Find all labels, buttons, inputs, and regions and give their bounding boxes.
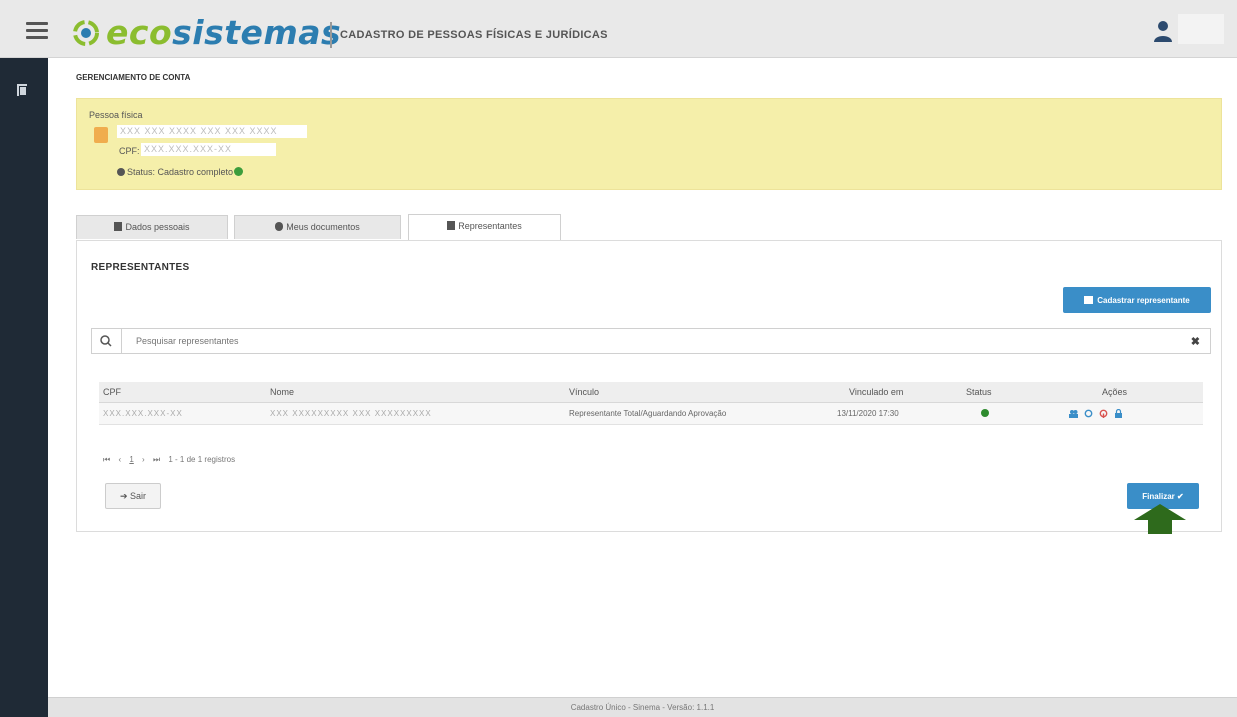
book-icon[interactable] [14,82,32,98]
tab-meus-documentos[interactable]: Meus documentos [234,215,401,239]
next-page-button[interactable]: › [142,455,145,464]
top-bar: ecosistemas CADASTRO DE PESSOAS FÍSICAS … [0,0,1237,58]
column-header-nome: Nome [270,387,295,397]
close-icon[interactable]: ✖ [1191,335,1200,348]
search-icon-box [92,329,122,353]
lock-icon[interactable] [1114,409,1123,418]
page-heading: GERENCIAMENTO DE CONTA [76,73,191,82]
app-title: CADASTRO DE PESSOAS FÍSICAS E JURÍDICAS [340,29,608,41]
pagination: ⏮ ‹ 1 › ⏭ 1 - 1 de 1 registros [103,455,241,465]
add-representative-label: Cadastrar representante [1097,295,1190,305]
title-divider [330,22,332,48]
table-header: CPF Nome Vínculo Vinculado em Status Açõ… [99,382,1203,403]
tab-label: Meus documentos [286,222,360,232]
first-page-button[interactable]: ⏮ [103,455,110,464]
table-row: XXX.XXX.XXX-XX XXX XXXXXXXXX XXX XXXXXXX… [99,403,1203,425]
search-input[interactable] [136,333,1156,349]
users-icon[interactable] [1069,409,1078,418]
brand-sistemas: sistemas [172,13,342,52]
users-icon [1084,295,1094,304]
main-content: GERENCIAMENTO DE CONTA Pessoa física XXX… [48,58,1237,696]
person-summary-panel: Pessoa física XXX XXX XXXX XXX XXX XXXX … [76,98,1222,190]
representatives-table: CPF Nome Vínculo Vinculado em Status Açõ… [99,382,1203,425]
representantes-card: REPRESENTANTES Cadastrar representante ✖… [76,240,1222,532]
cpf-value-masked: XXX.XXX.XXX-XX [141,143,276,156]
refresh-icon[interactable] [1084,409,1093,418]
column-header-vinculado-em: Vinculado em [849,387,904,397]
person-status-text: Status: Cadastro completo [127,167,234,177]
tab-label: Dados pessoais [125,222,190,232]
column-header-status: Status [966,387,992,397]
person-avatar-icon [94,127,108,143]
column-header-acoes: Ações [1102,387,1128,397]
status-badge [981,409,989,419]
cell-vinculado-em: 13/11/2020 17:30 [837,409,899,418]
cell-cpf: XXX.XXX.XXX-XX [103,409,183,418]
pagination-summary: 1 - 1 de 1 registros [168,455,236,464]
info-icon [117,168,125,176]
unlink-icon[interactable] [1099,409,1108,418]
cell-vinculo: Representante Total/Aguardando Aprovação [569,409,727,418]
add-representative-button[interactable]: Cadastrar representante [1063,287,1211,313]
file-icon [114,222,123,231]
footer: Cadastro Único - Sinema - Versão: 1.1.1 [48,697,1237,717]
check-circle-icon [234,167,244,176]
status-active-icon [981,409,989,417]
current-page[interactable]: 1 [129,455,133,464]
cpf-label: CPF: [119,146,140,156]
tab-representantes[interactable]: Representantes [408,214,561,240]
search-icon[interactable] [92,329,122,353]
person-name-masked: XXX XXX XXXX XXX XXX XXXX [117,125,307,138]
tab-label: Representantes [458,221,522,231]
exit-button[interactable]: ➔ Sair [105,483,161,509]
section-title: REPRESENTANTES [91,262,190,273]
last-page-button[interactable]: ⏭ [153,455,160,464]
hamburger-icon[interactable] [26,22,48,40]
user-icon[interactable] [1153,20,1173,42]
brand-logo: ecosistemas [106,14,341,52]
users-icon [447,221,456,230]
user-menu-area[interactable] [1178,14,1224,44]
ecosistemas-logo-icon [73,20,99,46]
column-header-cpf: CPF [103,387,121,397]
column-header-vinculo: Vínculo [569,387,600,397]
arrow-up-annotation-icon [1134,504,1186,534]
tab-dados-pessoais[interactable]: Dados pessoais [76,215,228,239]
search-bar: ✖ [91,328,1211,354]
brand-eco: eco [106,13,173,52]
sign-out-icon: ➔ [119,491,128,501]
person-status: Status: Cadastro completo [117,167,244,177]
row-actions [1069,409,1123,420]
cell-nome: XXX XXXXXXXXX XXX XXXXXXXXX [270,409,432,418]
person-type-label: Pessoa física [89,110,143,120]
cloud-icon [275,222,284,231]
sidebar [0,58,48,717]
prev-page-button[interactable]: ‹ [118,455,121,464]
exit-label: Sair [130,491,147,501]
